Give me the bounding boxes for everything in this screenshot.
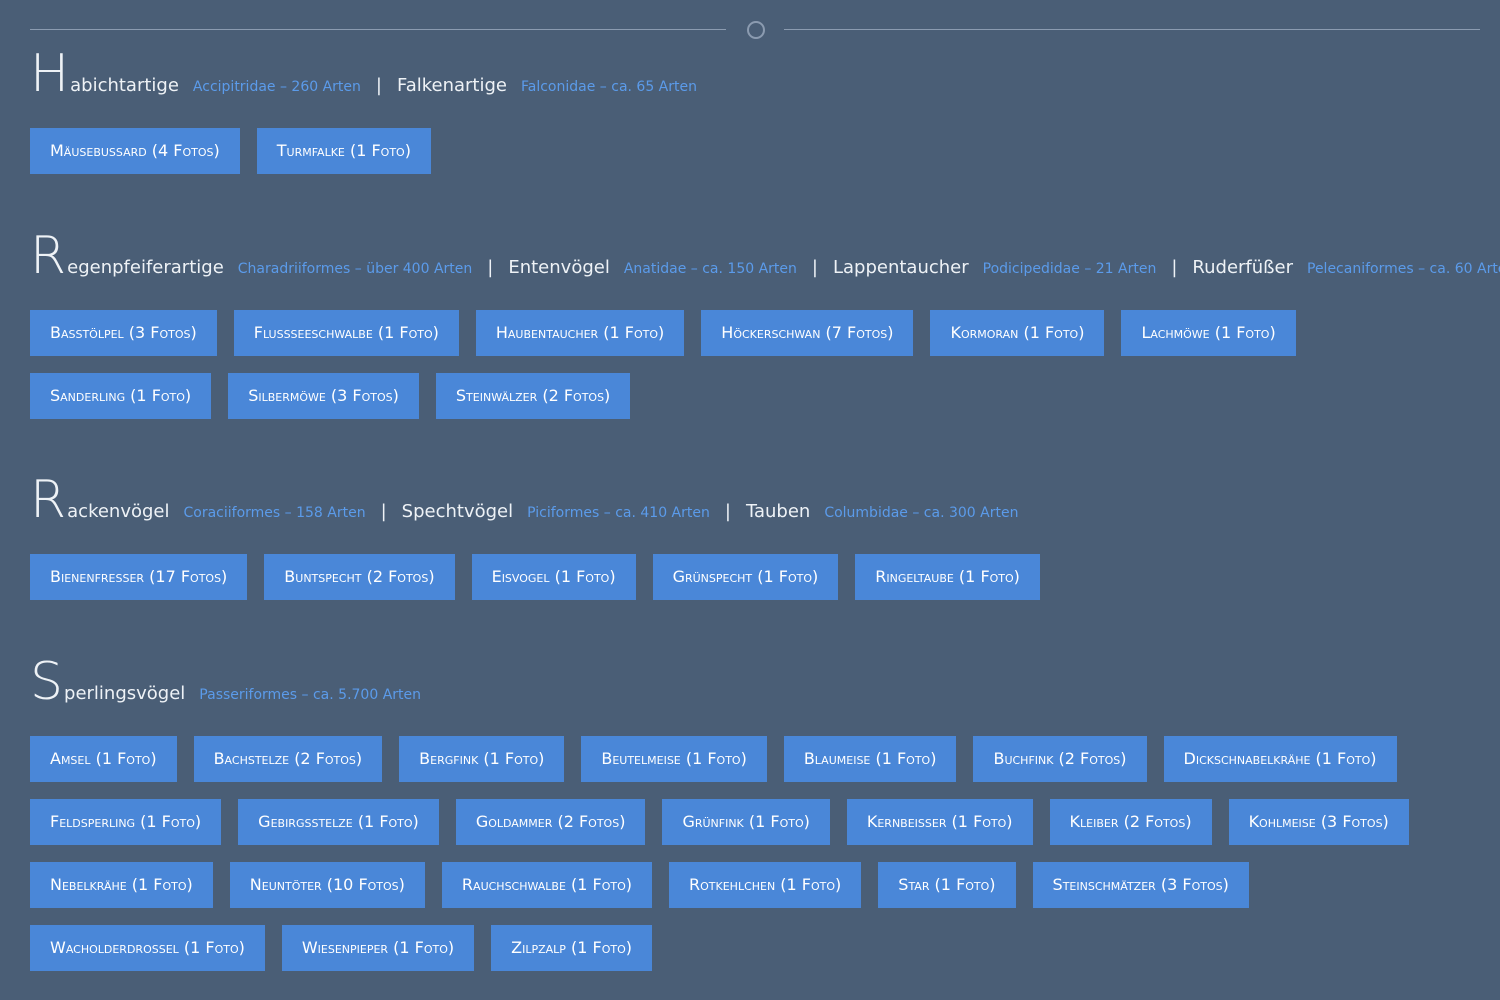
species-button[interactable]: Buntspecht (2 Fotos) — [264, 554, 455, 600]
group-heading: Ruderfüßer Pelecaniformes – ca. 60 Arten — [1192, 257, 1500, 278]
group-latin-info: Falconidae – ca. 65 Arten — [521, 79, 697, 95]
group-latin-info: Accipitridae – 260 Arten — [192, 79, 361, 95]
species-button[interactable]: Höckerschwan (7 Fotos) — [701, 310, 914, 356]
species-button[interactable]: Kohlmeise (3 Fotos) — [1228, 799, 1409, 845]
group-heading: S perlingsvögel Passeriformes – ca. 5.70… — [30, 656, 421, 708]
species-button[interactable]: Flussseeschwalbe (1 Foto) — [233, 310, 459, 356]
species-button[interactable]: Zilpzalp (1 Foto) — [491, 925, 653, 971]
group-name: Tauben — [745, 501, 811, 522]
species-button[interactable]: Blaumeise (1 Foto) — [783, 736, 957, 782]
species-button-list: Mäusebussard (4 Fotos) Turmfalke (1 Foto… — [30, 128, 1480, 174]
species-button[interactable]: Bachstelze (2 Fotos) — [193, 736, 383, 782]
group-heading: Falkenartige Falconidae – ca. 65 Arten — [397, 75, 697, 96]
species-button[interactable]: Rauchschwalbe (1 Foto) — [441, 862, 653, 908]
group-latin-info: Anatidae – ca. 150 Arten — [623, 261, 797, 277]
group-heading: R ackenvögel Coraciiformes – 158 Arten — [30, 474, 366, 526]
group-heading: Entenvögel Anatidae – ca. 150 Arten — [508, 257, 797, 278]
species-button[interactable]: Basstölpel (3 Fotos) — [30, 310, 217, 356]
group-separator: | — [724, 501, 731, 522]
species-button[interactable]: Buchfink (2 Fotos) — [973, 736, 1147, 782]
group-latin-info: Charadriiformes – über 400 Arten — [237, 261, 473, 277]
species-button[interactable]: Steinschmätzer (3 Fotos) — [1032, 862, 1249, 908]
species-button[interactable]: Sanderling (1 Foto) — [30, 373, 212, 419]
group-latin-info: Piciformes – ca. 410 Arten — [527, 505, 710, 521]
species-button[interactable]: Grünfink (1 Foto) — [662, 799, 830, 845]
page: H abichtartige Accipitridae – 260 Arten … — [0, 0, 1500, 1000]
group-heading: Tauben Columbidae – ca. 300 Arten — [746, 501, 1019, 522]
group-initial: H — [30, 44, 70, 104]
group-name: Ruderfüßer — [1192, 257, 1293, 278]
group-name: ackenvögel — [67, 501, 170, 522]
group-name: egenpfeiferartige — [67, 257, 224, 278]
group-latin-info: Passeriformes – ca. 5.700 Arten — [199, 687, 421, 703]
group-latin-info: Pelecaniformes – ca. 60 Arten — [1307, 261, 1500, 277]
section-habichtartige: H abichtartige Accipitridae – 260 Arten … — [30, 48, 1480, 174]
group-separator: | — [1171, 257, 1178, 278]
species-button[interactable]: Kormoran (1 Foto) — [930, 310, 1105, 356]
group-name: Falkenartige — [397, 75, 507, 96]
group-name: Entenvögel — [508, 257, 610, 278]
group-separator: | — [487, 257, 494, 278]
species-button[interactable]: Neuntöter (10 Fotos) — [229, 862, 425, 908]
divider-line-left — [30, 29, 726, 30]
group-latin-info: Podicipedidae – 21 Arten — [982, 261, 1157, 277]
group-initial: S — [30, 652, 64, 712]
species-button[interactable]: Turmfalke (1 Foto) — [256, 128, 431, 174]
section-rackenvoegel: R ackenvögel Coraciiformes – 158 Arten |… — [30, 474, 1480, 600]
species-button[interactable]: Lachmöwe (1 Foto) — [1121, 310, 1296, 356]
species-button[interactable]: Rotkehlchen (1 Foto) — [669, 862, 862, 908]
group-heading: Spechtvögel Piciformes – ca. 410 Arten — [402, 501, 710, 522]
divider-line-right — [784, 29, 1480, 30]
species-button[interactable]: Silbermöwe (3 Fotos) — [228, 373, 419, 419]
species-button-list: Bienenfresser (17 Fotos) Buntspecht (2 F… — [30, 554, 1480, 600]
species-button[interactable]: Haubentaucher (1 Foto) — [475, 310, 685, 356]
species-button[interactable]: Eisvogel (1 Foto) — [471, 554, 636, 600]
species-button[interactable]: Gebirgsstelze (1 Foto) — [238, 799, 439, 845]
section-heading: H abichtartige Accipitridae – 260 Arten … — [30, 48, 1480, 108]
species-button[interactable]: Ringeltaube (1 Foto) — [855, 554, 1040, 600]
species-button-list: Amsel (1 Foto) Bachstelze (2 Fotos) Berg… — [30, 736, 1480, 971]
section-heading: S perlingsvögel Passeriformes – ca. 5.70… — [30, 656, 1480, 716]
species-button[interactable]: Grünspecht (1 Foto) — [652, 554, 839, 600]
species-button[interactable]: Dickschnabelkrähe (1 Foto) — [1163, 736, 1397, 782]
group-name: Spechtvögel — [401, 501, 514, 522]
group-name: abichtartige — [70, 75, 179, 96]
section-heading: R egenpfeiferartige Charadriiformes – üb… — [30, 230, 1500, 290]
species-button[interactable]: Mäusebussard (4 Fotos) — [30, 128, 240, 174]
circle-icon — [747, 21, 765, 39]
species-button-list: Basstölpel (3 Fotos) Flussseeschwalbe (1… — [30, 310, 1480, 419]
section-divider — [30, 18, 1480, 42]
group-latin-info: Coraciiformes – 158 Arten — [183, 505, 366, 521]
species-button[interactable]: Bienenfresser (17 Fotos) — [30, 554, 248, 600]
group-separator: | — [380, 501, 387, 522]
species-button[interactable]: Bergfink (1 Foto) — [399, 736, 565, 782]
species-button[interactable]: Star (1 Foto) — [878, 862, 1016, 908]
group-heading: R egenpfeiferartige Charadriiformes – üb… — [30, 230, 472, 282]
group-name: perlingsvögel — [64, 683, 186, 704]
species-button[interactable]: Wiesenpieper (1 Foto) — [281, 925, 475, 971]
group-separator: | — [811, 257, 818, 278]
group-initial: R — [30, 226, 67, 286]
group-initial: R — [30, 470, 67, 530]
species-button[interactable]: Goldammer (2 Fotos) — [455, 799, 646, 845]
group-heading: H abichtartige Accipitridae – 260 Arten — [30, 48, 361, 100]
section-sperlingsvoegel: S perlingsvögel Passeriformes – ca. 5.70… — [30, 656, 1480, 971]
species-button[interactable]: Kleiber (2 Fotos) — [1049, 799, 1212, 845]
species-button[interactable]: Nebelkrähe (1 Foto) — [30, 862, 213, 908]
species-button[interactable]: Feldsperling (1 Foto) — [30, 799, 222, 845]
group-latin-info: Columbidae – ca. 300 Arten — [824, 505, 1019, 521]
species-button[interactable]: Kernbeisser (1 Foto) — [846, 799, 1033, 845]
section-regenpfeiferartige: R egenpfeiferartige Charadriiformes – üb… — [30, 230, 1500, 419]
species-button[interactable]: Wacholderdrossel (1 Foto) — [30, 925, 265, 971]
section-heading: R ackenvögel Coraciiformes – 158 Arten |… — [30, 474, 1480, 534]
species-button[interactable]: Amsel (1 Foto) — [30, 736, 177, 782]
group-name: Lappentaucher — [832, 257, 969, 278]
species-button[interactable]: Steinwälzer (2 Fotos) — [435, 373, 631, 419]
species-button[interactable]: Beutelmeise (1 Foto) — [581, 736, 767, 782]
group-separator: | — [375, 75, 382, 96]
group-heading: Lappentaucher Podicipedidae – 21 Arten — [833, 257, 1156, 278]
